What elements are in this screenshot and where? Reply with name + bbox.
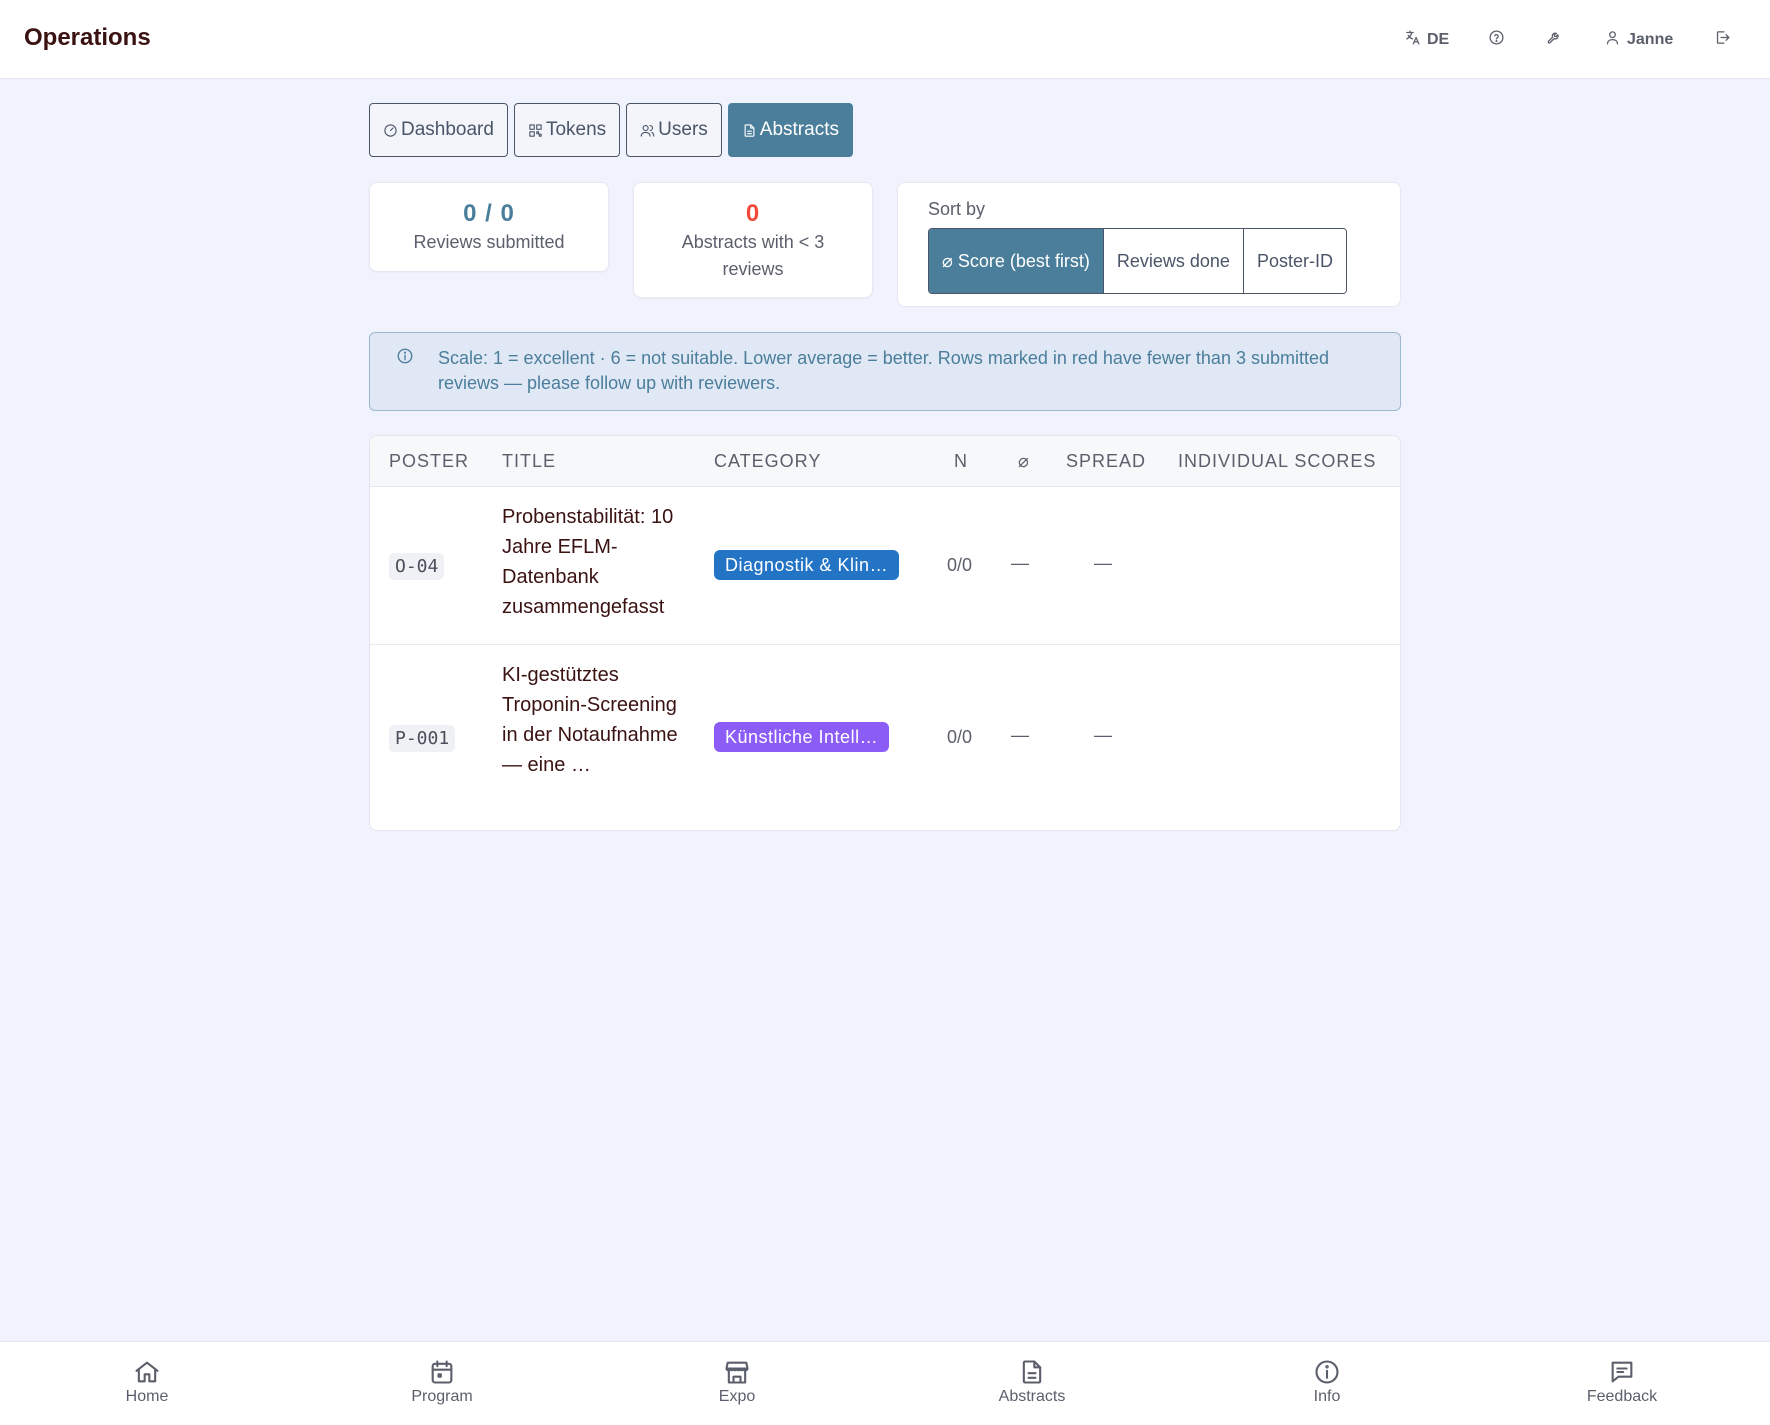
table-header: POSTER TITLE CATEGORY N ⌀ SPREAD INDIVID… [370, 436, 1400, 487]
tab-tokens-label: Tokens [545, 119, 607, 140]
logout-button[interactable] [1714, 26, 1731, 54]
language-switch[interactable]: DE [1404, 26, 1449, 54]
file-text-icon [1022, 1360, 1042, 1384]
category-badge: Künstliche Intell… [714, 722, 890, 752]
gauge-icon [384, 123, 397, 137]
bottom-nav: Home Program Expo Abstracts Info Feedbac… [0, 1341, 1770, 1425]
tab-abstracts-label: Abstracts [759, 119, 839, 140]
poster-id: P-001 [389, 725, 456, 752]
nav-abstracts-label: Abstracts [998, 1388, 1066, 1405]
column-n[interactable]: N [954, 451, 968, 472]
tab-dashboard-label: Dashboard [401, 119, 494, 140]
nav-program-label: Program [411, 1388, 473, 1405]
language-label: DE [1427, 31, 1450, 48]
abstract-title: Probenstabilität: 10 Jahre EFLM-Datenban… [502, 506, 674, 618]
sort-by-poster-id-button[interactable]: Poster-ID [1242, 229, 1346, 293]
sort-label: Sort by [928, 199, 986, 219]
sort-options: ⌀ Score (best first) Reviews done Poster… [928, 228, 1347, 294]
main-content: Dashboard Tokens Users Abstracts 0 / 0 R… [369, 103, 1401, 312]
average-score: — [1011, 553, 1029, 573]
info-icon [396, 347, 414, 365]
poster-id: O-04 [389, 553, 445, 580]
tab-tokens[interactable]: Tokens [513, 103, 621, 157]
logout-icon [1714, 29, 1731, 51]
nav-feedback[interactable]: Feedback [1562, 1358, 1682, 1406]
column-spread[interactable]: SPREAD [1066, 451, 1146, 472]
score-spread: — [1094, 725, 1112, 745]
nav-info-label: Info [1313, 1388, 1341, 1405]
nav-info[interactable]: Info [1267, 1358, 1387, 1406]
nav-home[interactable]: Home [87, 1358, 207, 1406]
review-count: 0/0 [947, 555, 973, 575]
nav-home-label: Home [125, 1388, 169, 1405]
nav-abstracts[interactable]: Abstracts [972, 1358, 1092, 1406]
stats-row: 0 / 0 Reviews submitted 0 Abstracts with… [369, 182, 1401, 312]
under-reviewed-label: Abstracts with < 3 reviews [681, 232, 825, 279]
home-icon [135, 1361, 159, 1383]
abstract-title: KI-gestütztes Troponin-Screening in der … [502, 664, 678, 776]
tools-button[interactable] [1546, 26, 1563, 54]
wrench-icon [1546, 29, 1563, 51]
file-text-icon [744, 123, 755, 137]
reviews-submitted-card: 0 / 0 Reviews submitted [369, 182, 609, 272]
reviews-submitted-value: 0 / 0 [463, 200, 515, 227]
app-title: Operations [24, 24, 151, 51]
message-icon [1611, 1361, 1633, 1383]
store-icon [725, 1361, 749, 1384]
tab-bar: Dashboard Tokens Users Abstracts [369, 103, 1401, 157]
tab-users[interactable]: Users [626, 103, 722, 157]
nav-expo-label: Expo [718, 1388, 756, 1405]
table-row[interactable]: O-04 Probenstabilität: 10 Jahre EFLM-Dat… [370, 487, 1400, 645]
abstracts-table: POSTER TITLE CATEGORY N ⌀ SPREAD INDIVID… [369, 435, 1401, 831]
info-icon [1315, 1360, 1339, 1384]
reviews-submitted-label: Reviews submitted [413, 232, 565, 252]
translate-icon [1404, 29, 1421, 51]
column-title[interactable]: TITLE [502, 451, 556, 472]
under-reviewed-card: 0 Abstracts with < 3 reviews [633, 182, 873, 298]
sort-by-reviews-button[interactable]: Reviews done [1102, 229, 1243, 293]
users-icon [640, 124, 655, 137]
qr-code-icon [529, 123, 542, 137]
column-poster[interactable]: POSTER [389, 451, 469, 472]
info-alert: Scale: 1 = excellent · 6 = not suitable.… [369, 332, 1401, 411]
info-text: Scale: 1 = excellent · 6 = not suitable.… [438, 348, 1329, 393]
top-bar: Operations DE Janne [0, 0, 1770, 79]
column-category[interactable]: CATEGORY [714, 451, 821, 472]
review-count: 0/0 [947, 727, 973, 747]
average-score: — [1011, 725, 1029, 745]
category-badge: Diagnostik & Klin… [714, 550, 900, 580]
nav-expo[interactable]: Expo [677, 1358, 797, 1406]
user-name: Janne [1627, 31, 1674, 48]
user-icon [1604, 29, 1621, 51]
tab-users-label: Users [658, 119, 708, 140]
user-menu[interactable]: Janne [1604, 26, 1673, 54]
nav-feedback-label: Feedback [1586, 1388, 1658, 1405]
help-icon [1488, 29, 1505, 51]
column-average[interactable]: ⌀ [1018, 451, 1030, 472]
sort-by-score-button[interactable]: ⌀ Score (best first) [929, 229, 1103, 293]
tab-dashboard[interactable]: Dashboard [369, 103, 508, 157]
sort-panel: Sort by ⌀ Score (best first) Reviews don… [897, 182, 1401, 307]
tab-abstracts[interactable]: Abstracts [727, 103, 853, 157]
nav-program[interactable]: Program [382, 1358, 502, 1406]
column-individual-scores[interactable]: INDIVIDUAL SCORES [1178, 451, 1376, 472]
table-row[interactable]: P-001 KI-gestütztes Troponin-Screening i… [370, 645, 1400, 830]
under-reviewed-value: 0 [745, 200, 761, 227]
calendar-icon [431, 1360, 453, 1384]
score-spread: — [1094, 553, 1112, 573]
help-button[interactable] [1488, 26, 1505, 54]
